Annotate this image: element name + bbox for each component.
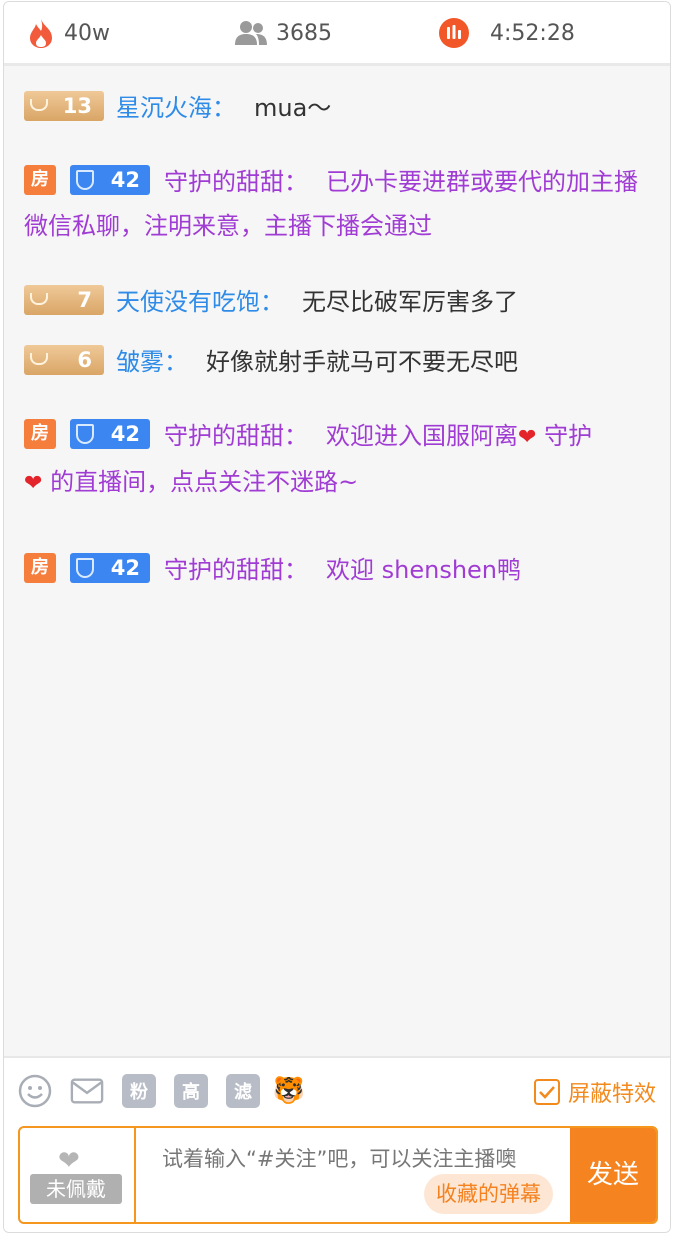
cup-icon — [30, 353, 48, 365]
guard-level-badge: 42 — [70, 419, 150, 449]
chat-username[interactable]: 守护的甜甜： — [164, 422, 308, 450]
chat-username[interactable]: 皱雾： — [116, 348, 188, 376]
chat-message-list: 13 星沉火海： mua～ 房 42 守护的甜甜： 已办卡要进群或要代的加主播微信私聊，注… — [4, 66, 670, 1056]
chat-username[interactable]: 星沉火海： — [116, 94, 236, 122]
duration-stat: 4:52:28 — [438, 16, 575, 50]
popularity-value: 40w — [64, 20, 110, 46]
chat-text-part: 守护 — [536, 422, 593, 450]
shield-icon — [76, 170, 94, 190]
chat-message: 房 42 守护的甜甜： 欢迎进入国服阿离❤ 守护 ❤ 的直播间，点点关注不迷路~ — [24, 414, 650, 506]
viewers-value: 3685 — [276, 20, 332, 46]
chat-input-box: ❤ 未佩戴 试着输入“#关注”吧，可以关注主播噢 收藏的弹幕 发送 — [18, 1126, 658, 1224]
favorite-barrage-button[interactable]: 收藏的弹幕 — [424, 1174, 553, 1214]
fan-level-badge: 13 — [24, 91, 104, 121]
chat-message: 6 皱雾： 好像就射手就马可不要无尽吧 — [24, 340, 650, 384]
guard-level-badge: 42 — [70, 165, 150, 195]
checkbox[interactable] — [533, 1079, 560, 1105]
heart-icon: ❤ — [518, 425, 537, 450]
chat-text: mua～ — [254, 94, 332, 122]
chat-username[interactable]: 天使没有吃饱： — [116, 288, 284, 316]
fan-level-badge: 7 — [24, 285, 104, 315]
room-admin-badge: 房 — [24, 419, 56, 449]
stats-bar: 40w 3685 4:52:28 — [4, 2, 670, 66]
viewers-stat: 3685 — [234, 16, 332, 50]
live-room-chat-panel: 40w 3685 4:52:28 13 星沉火海： mua～ 房 42 守护的甜… — [3, 1, 671, 1233]
fan-badge-wear-button[interactable]: ❤ 未佩戴 — [20, 1128, 136, 1222]
message-button[interactable] — [70, 1074, 104, 1108]
shield-icon — [76, 558, 94, 578]
chat-text-part: 欢迎进入国服阿离 — [326, 422, 518, 450]
high-energy-button[interactable]: 高 — [174, 1074, 208, 1108]
chat-message: 13 星沉火海： mua～ — [24, 86, 650, 130]
duration-value: 4:52:28 — [490, 20, 575, 46]
chat-message: 房 42 守护的甜甜： 欢迎 shenshen鸭 — [24, 548, 650, 592]
room-admin-badge: 房 — [24, 165, 56, 195]
chat-message: 房 42 守护的甜甜： 已办卡要进群或要代的加主播微信私聊，注明来意，主播下播会通过 — [24, 160, 650, 248]
envelope-icon — [70, 1078, 104, 1104]
popularity-stat: 40w — [26, 16, 110, 50]
fan-level-badge: 6 — [24, 345, 104, 375]
chat-username[interactable]: 守护的甜甜： — [164, 168, 308, 196]
cup-icon — [30, 99, 48, 111]
shield-effects-label: 屏蔽特效 — [567, 1082, 656, 1107]
flame-icon — [30, 19, 52, 48]
filter-button[interactable]: 滤 — [226, 1074, 260, 1108]
heart-icon: ❤ — [24, 471, 43, 496]
guard-level-badge: 42 — [70, 553, 150, 583]
fans-barrage-button[interactable]: 粉 — [122, 1074, 156, 1108]
shield-effects-toggle[interactable]: 屏蔽特效 — [533, 1076, 656, 1108]
chat-text: 好像就射手就马可不要无尽吧 — [206, 348, 518, 376]
cup-icon — [30, 293, 48, 305]
chat-text: 无尽比破军厉害多了 — [302, 288, 518, 316]
live-duration-icon — [439, 18, 469, 48]
chat-toolbar: 粉 高 滤 🐯 屏蔽特效 ❤ 未佩戴 试着输入“#关注”吧，可以关注主播噢 收藏… — [4, 1056, 670, 1232]
chat-username[interactable]: 守护的甜甜： — [164, 556, 308, 584]
tiger-emoji-button[interactable]: 🐯 — [272, 1074, 306, 1108]
smile-icon — [18, 1074, 52, 1108]
users-icon — [235, 21, 267, 45]
winged-heart-icon: ❤ — [58, 1146, 80, 1176]
chat-input[interactable]: 试着输入“#关注”吧，可以关注主播噢 — [162, 1140, 562, 1178]
wear-status-label: 未佩戴 — [30, 1174, 122, 1204]
chat-text-part: 的直播间，点点关注不迷路~ — [42, 468, 359, 496]
chat-message: 7 天使没有吃饱： 无尽比破军厉害多了 — [24, 280, 650, 324]
room-admin-badge: 房 — [24, 553, 56, 583]
send-button[interactable]: 发送 — [570, 1128, 656, 1222]
check-icon — [539, 1086, 555, 1099]
emoji-button[interactable] — [18, 1074, 52, 1108]
chat-text: 欢迎 shenshen鸭 — [326, 556, 522, 584]
shield-icon — [76, 424, 94, 444]
